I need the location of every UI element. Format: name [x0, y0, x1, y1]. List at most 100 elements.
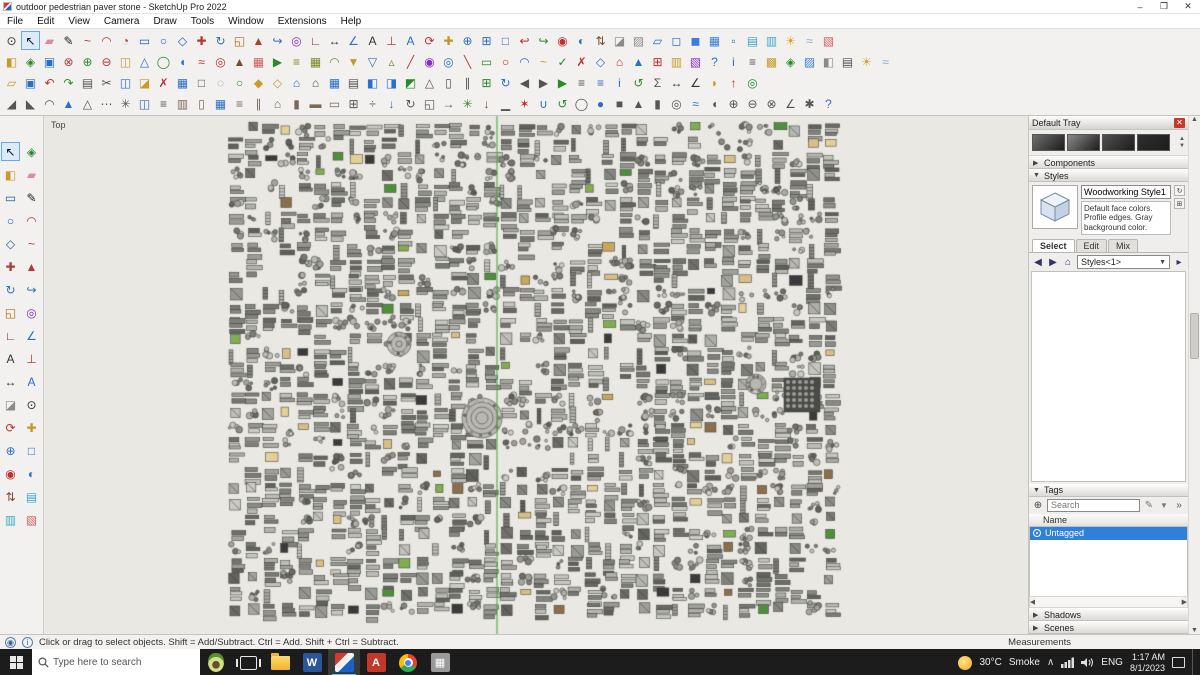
scale-tool-icon[interactable]: ◱	[1, 303, 20, 322]
select-tool-icon[interactable]: ↖	[21, 31, 40, 50]
weather-sun-icon[interactable]	[958, 656, 972, 670]
measure-angle-tool-icon[interactable]: ∠	[781, 94, 800, 113]
layout-tool-icon[interactable]: ▥	[667, 52, 686, 71]
tray-close-icon[interactable]: ✕	[1174, 118, 1185, 128]
notes-app-taskbar-icon[interactable]: ▦	[424, 649, 456, 675]
lock-tool-icon[interactable]: ◆	[249, 73, 268, 92]
axes-tool-icon[interactable]: ⊥	[22, 349, 41, 368]
open-tool-icon[interactable]: ▱	[2, 73, 21, 92]
speaker-icon[interactable]	[1081, 657, 1094, 668]
rect-on-surface-tool-icon[interactable]: ▭	[477, 52, 496, 71]
in-model-home-icon[interactable]: ⌂	[1062, 257, 1074, 268]
boolean-intersect-tool-icon[interactable]: ⊗	[762, 94, 781, 113]
outer-shell-tool-icon[interactable]: ◯	[154, 52, 173, 71]
filter-funnel-icon[interactable]: ▼	[1158, 501, 1170, 510]
look-around-tool-icon[interactable]: ◐	[22, 464, 41, 483]
project-down-tool-icon[interactable]: ↓	[382, 94, 401, 113]
paint-bucket-tool-icon[interactable]: ◧	[1, 165, 20, 184]
menu-camera[interactable]: Camera	[97, 16, 147, 27]
update-scene-tool-icon[interactable]: ↻	[496, 73, 515, 92]
back-edges-tool-icon[interactable]: ▥	[1, 510, 20, 529]
scenes-section-header[interactable]: ▶ Scenes	[1029, 621, 1188, 634]
wall-tool-icon[interactable]: ▥	[173, 94, 192, 113]
previous-scene-tool-icon[interactable]: ◀	[515, 73, 534, 92]
flip-edge-tool-icon[interactable]: ╱	[401, 52, 420, 71]
style-thumbnail[interactable]	[1032, 185, 1078, 229]
smooth-tool-icon[interactable]: ≈	[192, 52, 211, 71]
new-scene-tool-icon[interactable]: ⊞	[477, 73, 496, 92]
polygon-tool-icon[interactable]: ◇	[173, 31, 192, 50]
random-place-tool-icon[interactable]: ✳	[458, 94, 477, 113]
orbit-tool-icon[interactable]: ⟳	[420, 31, 439, 50]
fillet-tool-icon[interactable]: ◠	[40, 94, 59, 113]
circle-tool-icon[interactable]: ○	[154, 31, 173, 50]
components-dialog-tool-icon[interactable]: ◈	[781, 52, 800, 71]
share-model-tool-icon[interactable]: ▲	[629, 52, 648, 71]
styles-collection-dropdown[interactable]: Styles<1> ▼	[1077, 255, 1170, 269]
loft-tool-icon[interactable]: ≈	[686, 94, 705, 113]
front-view-tool-icon[interactable]: ⌂	[287, 73, 306, 92]
position-camera-tool-icon[interactable]: ◉	[1, 464, 20, 483]
rectangle-tool-icon[interactable]: ▭	[1, 188, 20, 207]
match-photo-tool-icon[interactable]: ▧	[22, 510, 41, 529]
add-location-tool-icon[interactable]: ◎	[211, 52, 230, 71]
shadows-tool-icon[interactable]: ☀	[781, 31, 800, 50]
styles-list-area[interactable]	[1031, 271, 1186, 481]
arc-on-surface-tool-icon[interactable]: ◠	[515, 52, 534, 71]
word-taskbar-icon[interactable]: W	[296, 649, 328, 675]
sphere-tool-icon[interactable]: ●	[591, 94, 610, 113]
shadows-section-header[interactable]: ▶ Shadows	[1029, 608, 1188, 621]
georeference-tool-icon[interactable]: ◎	[743, 73, 762, 92]
scroll-down-icon[interactable]: ▼	[1191, 627, 1198, 634]
arc-tool-icon[interactable]: ◠	[97, 31, 116, 50]
make-component-tool-icon[interactable]: ◈	[22, 142, 41, 161]
shadows-dialog-tool-icon[interactable]: ☀	[857, 52, 876, 71]
x-ray-tool-icon[interactable]: ▤	[22, 487, 41, 506]
protractor-tool-icon[interactable]: ∠	[344, 31, 363, 50]
chrome-taskbar-icon[interactable]	[392, 649, 424, 675]
push-pull-tool-icon[interactable]: ▲	[22, 257, 41, 276]
play-animation-tool-icon[interactable]: ▶	[553, 73, 572, 92]
paste-tool-icon[interactable]: ◪	[135, 73, 154, 92]
dimension-tool-icon[interactable]: ↔	[1, 372, 20, 391]
tape-measure-tool-icon[interactable]: ∟	[306, 31, 325, 50]
arc-tool-icon[interactable]: ◠	[22, 211, 41, 230]
text-tool-icon[interactable]: A	[1, 349, 20, 368]
warehouse-tool-icon[interactable]: ⌂	[610, 52, 629, 71]
settings-tool-icon[interactable]: ✱	[800, 94, 819, 113]
style-name-input[interactable]	[1081, 185, 1171, 199]
look-around-tool-icon[interactable]: ◐	[572, 31, 591, 50]
zoom-window-tool-icon[interactable]: ⊞	[477, 31, 496, 50]
two-point-perspective-tool-icon[interactable]: ∥	[458, 73, 477, 92]
tools-on-surface-tool-icon[interactable]: ◉	[420, 52, 439, 71]
slab-tool-icon[interactable]: ▭	[325, 94, 344, 113]
menu-file[interactable]: File	[0, 16, 30, 27]
undo-tool-icon[interactable]: ↶	[40, 73, 59, 92]
shell-tool-icon[interactable]: ◖	[705, 94, 724, 113]
zoom-tool-icon[interactable]: ⊕	[458, 31, 477, 50]
add-tag-icon[interactable]: ⊕	[1032, 500, 1044, 511]
top-view-tool-icon[interactable]: ▦	[325, 73, 344, 92]
text-tool-icon[interactable]: A	[363, 31, 382, 50]
right-view-tool-icon[interactable]: ◨	[382, 73, 401, 92]
help-info-icon[interactable]: i	[22, 637, 33, 648]
scale-tool-icon[interactable]: ◱	[230, 31, 249, 50]
pie-tool-icon[interactable]: ◔	[116, 31, 135, 50]
sketchup-taskbar-icon[interactable]	[328, 649, 360, 675]
follow-me-tool-icon[interactable]: ↪	[268, 31, 287, 50]
follow-me-tool-icon[interactable]: ↪	[22, 280, 41, 299]
zoom-previous-tool-icon[interactable]: ↩	[515, 31, 534, 50]
unlock-tool-icon[interactable]: ◇	[268, 73, 287, 92]
taskbar-search-input[interactable]	[53, 657, 173, 668]
weld-tool-icon[interactable]: ∪	[534, 94, 553, 113]
paint-bucket-tool-icon[interactable]: ◧	[2, 52, 21, 71]
push-pull-tool-icon[interactable]: ▲	[249, 31, 268, 50]
materials-tool-icon[interactable]: ▩	[762, 52, 781, 71]
subtract-tool-icon[interactable]: ⊖	[97, 52, 116, 71]
label-tool-icon[interactable]: ◗	[705, 73, 724, 92]
walk-tool-icon[interactable]: ⇅	[591, 31, 610, 50]
pan-tool-icon[interactable]: ✚	[439, 31, 458, 50]
orbit-tool-icon[interactable]: ⟳	[1, 418, 20, 437]
chamfer-tool-icon[interactable]: ◣	[21, 94, 40, 113]
section-display-tool-icon[interactable]: ▨	[629, 31, 648, 50]
